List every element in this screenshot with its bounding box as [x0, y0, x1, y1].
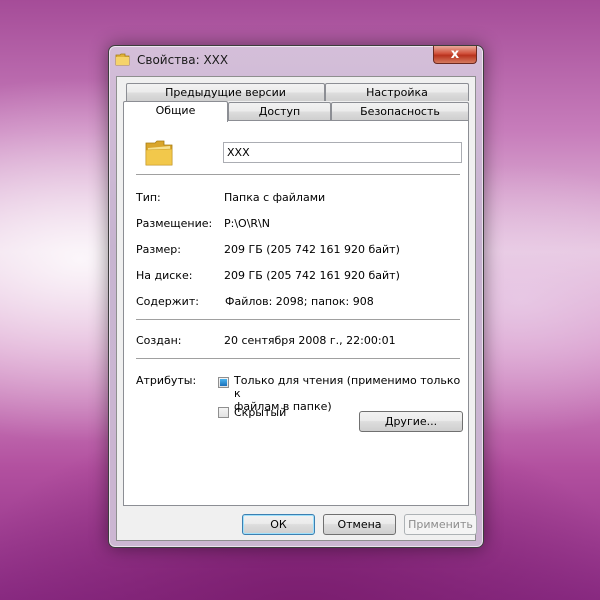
tab-general[interactable]: Общие — [123, 101, 228, 122]
type-value: Папка с файлами — [224, 191, 326, 204]
size-label: Размер: — [136, 243, 181, 256]
tab-customize[interactable]: Настройка — [325, 83, 469, 101]
separator — [136, 174, 460, 175]
advanced-button[interactable]: Другие... — [359, 411, 463, 432]
tab-sharing[interactable]: Доступ — [228, 102, 331, 120]
readonly-checkbox[interactable] — [218, 377, 229, 388]
size-on-disk-label: На диске: — [136, 269, 193, 282]
cancel-button[interactable]: Отмена — [323, 514, 396, 535]
attributes-label: Атрибуты: — [136, 374, 197, 387]
title-bar[interactable]: Свойства: XXX x — [109, 46, 483, 74]
size-on-disk-value: 209 ГБ (205 742 161 920 байт) — [224, 269, 400, 282]
contains-label: Содержит: — [136, 295, 199, 308]
tab-label: Безопасность — [360, 105, 440, 118]
hidden-label[interactable]: Скрытый — [234, 406, 286, 419]
dialog-client: Предыдущие версии Настройка Общие Доступ… — [116, 76, 477, 541]
folder-icon — [115, 53, 130, 66]
close-button[interactable]: x — [433, 46, 477, 64]
folder-icon — [145, 140, 173, 166]
tab-label: Настройка — [366, 86, 428, 99]
separator — [136, 358, 460, 359]
general-tab-panel: Тип: Папка с файлами Размещение: P:\O\R\… — [123, 120, 469, 506]
hidden-checkbox[interactable] — [218, 407, 229, 418]
separator — [136, 319, 460, 320]
type-label: Тип: — [136, 191, 161, 204]
contains-value: Файлов: 2098; папок: 908 — [225, 295, 374, 308]
created-value: 20 сентября 2008 г., 22:00:01 — [224, 334, 396, 347]
size-value: 209 ГБ (205 742 161 920 байт) — [224, 243, 400, 256]
folder-name-input[interactable] — [223, 142, 462, 163]
close-icon: x — [450, 47, 460, 62]
readonly-label-line1: Только для чтения (применимо только к — [234, 374, 461, 400]
tab-security[interactable]: Безопасность — [331, 102, 469, 120]
tab-label: Общие — [155, 104, 196, 117]
location-label: Размещение: — [136, 217, 213, 230]
tab-label: Доступ — [258, 105, 301, 118]
window-title: Свойства: XXX — [137, 53, 229, 67]
tab-label: Предыдущие версии — [165, 86, 286, 99]
ok-button[interactable]: ОК — [242, 514, 315, 535]
apply-button[interactable]: Применить — [404, 514, 477, 535]
properties-window: Свойства: XXX x Предыдущие версии Настро… — [108, 45, 484, 548]
created-label: Создан: — [136, 334, 182, 347]
location-value: P:\O\R\N — [224, 217, 270, 230]
tab-previous-versions[interactable]: Предыдущие версии — [126, 83, 325, 101]
